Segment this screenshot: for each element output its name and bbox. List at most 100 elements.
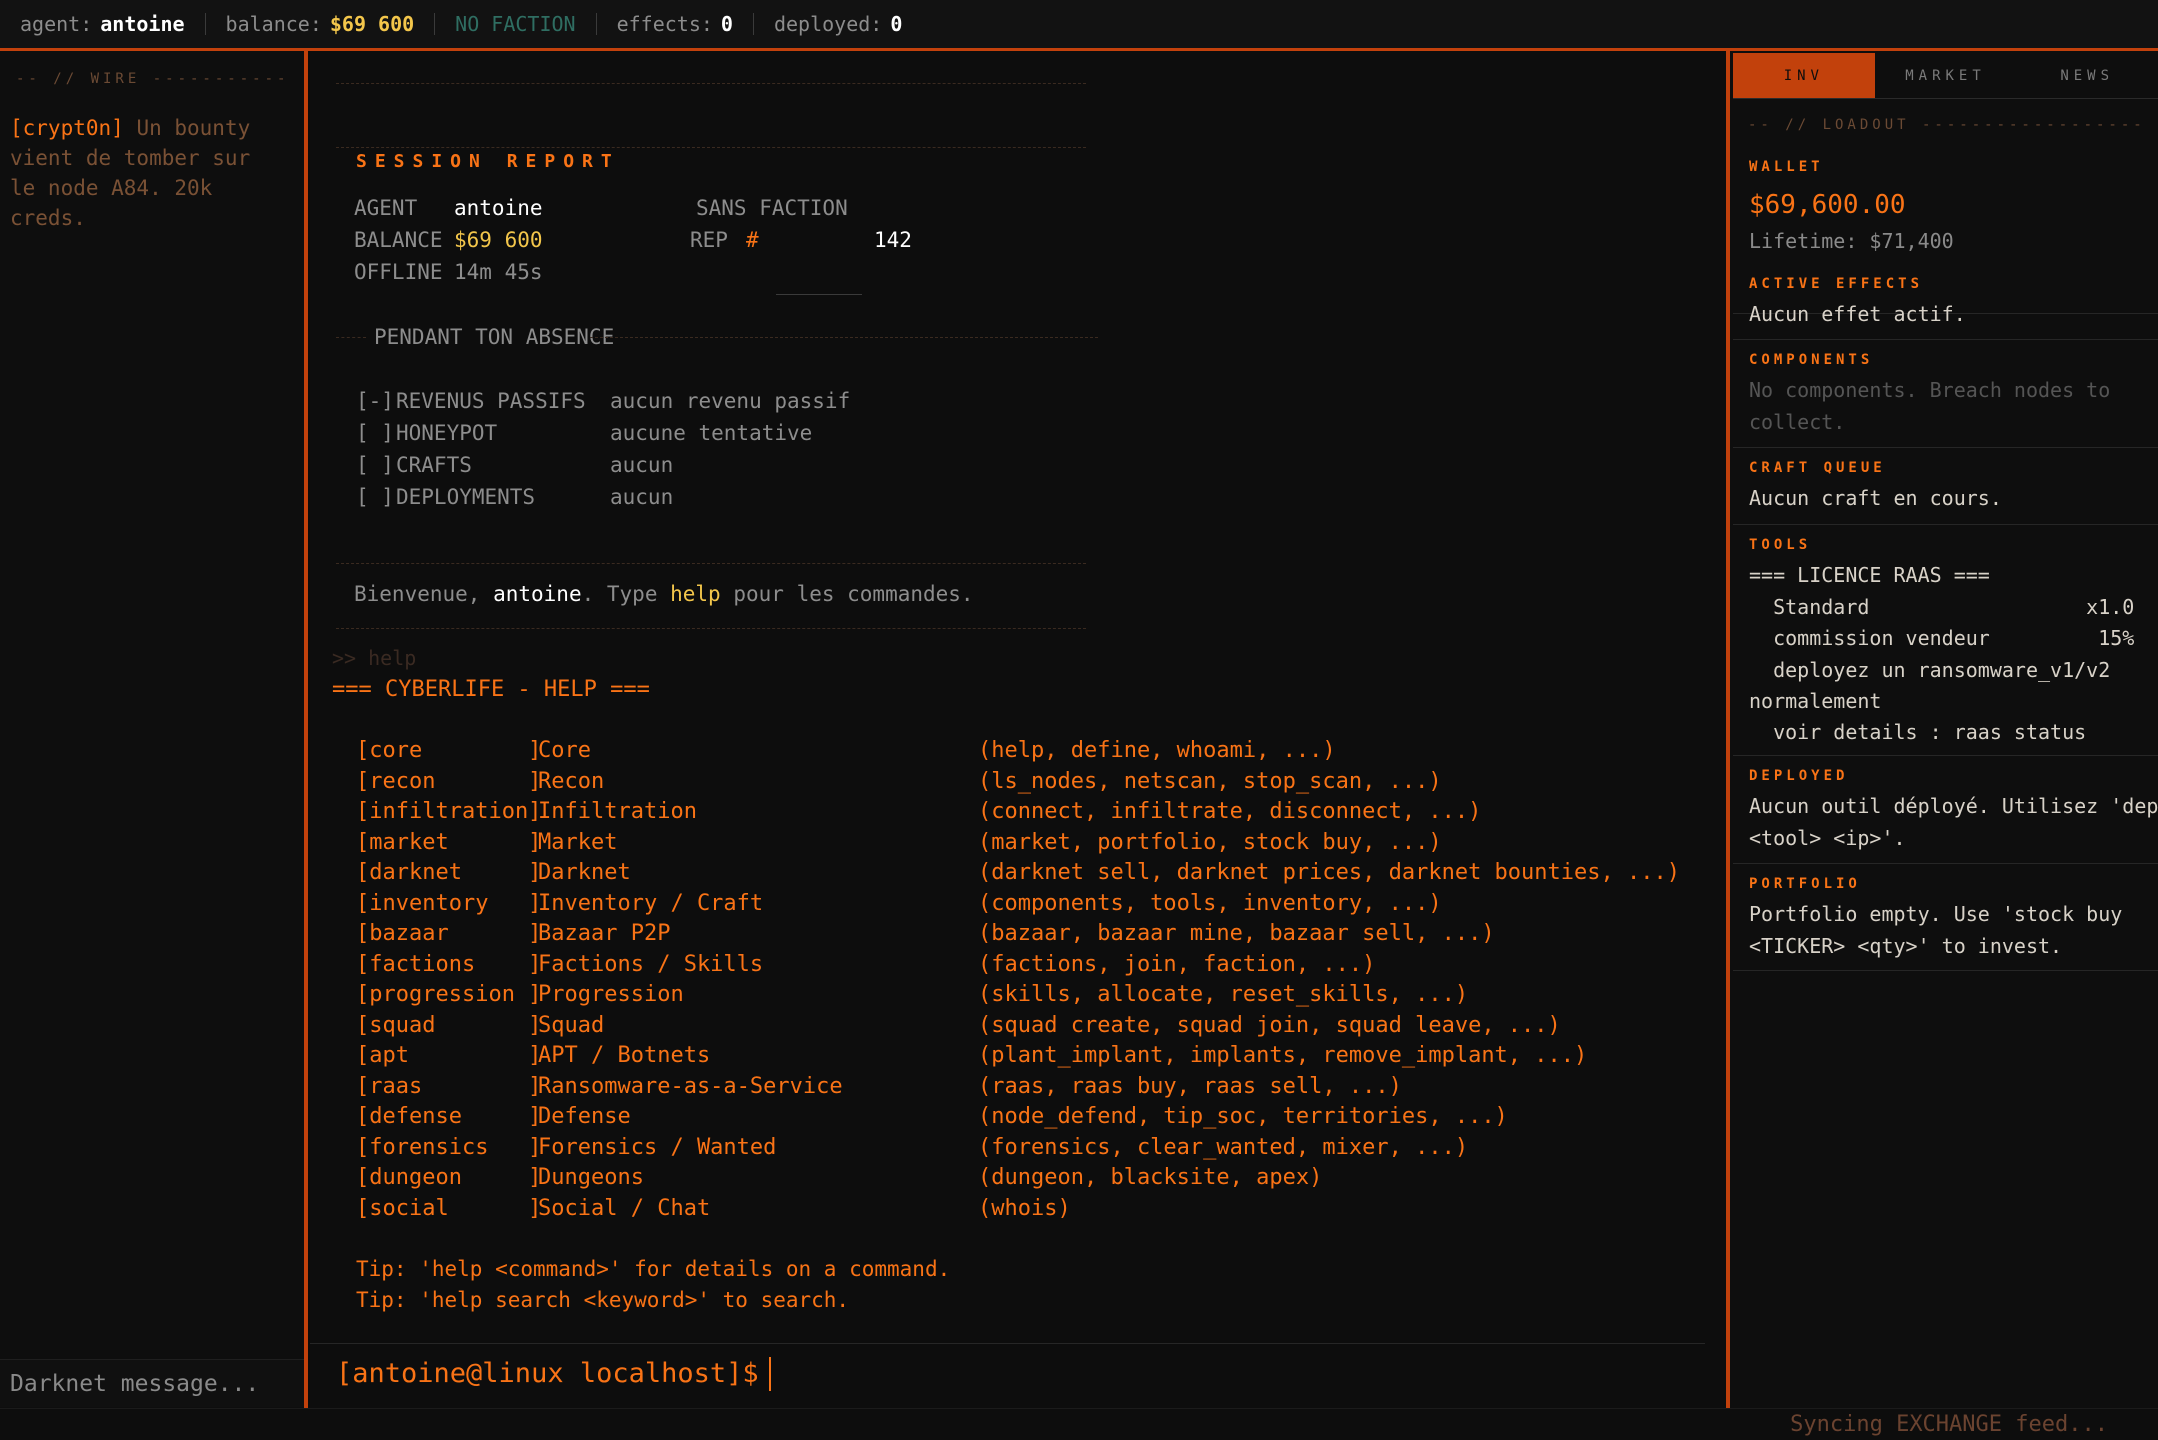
rep-marker: # — [746, 228, 759, 252]
welcome-prefix: Bienvenue, — [354, 582, 481, 606]
help-cmds: (darknet sell, darknet prices, darknet b… — [978, 860, 1680, 885]
wallet-lifetime: Lifetime: $71,400 — [1749, 229, 1954, 253]
report-offline-label: OFFLINE — [354, 260, 443, 284]
help-name: Dungeons — [538, 1165, 644, 1190]
help-cmds: (ls_nodes, netscan, stop_scan, ...) — [978, 769, 1442, 794]
deployed-stat: deployed: 0 — [754, 0, 922, 48]
balance-stat: balance: $69 600 — [206, 0, 435, 48]
terminal-panel[interactable]: SESSION REPORT AGENT antoine BALANCE $69… — [310, 51, 1730, 1408]
help-name: Darknet — [538, 860, 631, 885]
tools-line: normalement — [1749, 689, 1882, 713]
help-key: [defense ] — [356, 1104, 542, 1129]
divider — [336, 83, 1086, 84]
rep-bar — [776, 294, 862, 295]
help-name: Ransomware-as-a-Service — [538, 1074, 843, 1099]
darknet-message-input[interactable]: Darknet message... — [0, 1359, 304, 1407]
help-title: === CYBERLIFE - HELP === — [332, 677, 650, 702]
report-faction-label: SANS FACTION — [696, 196, 848, 220]
wire-header: -- // WIRE ------------- — [16, 71, 286, 87]
absence-check: [ ] — [356, 421, 394, 445]
help-key: [dungeon ] — [356, 1165, 542, 1190]
absence-label: HONEYPOT — [396, 421, 498, 445]
welcome-mid: . Type — [581, 582, 658, 606]
panel-tabs: INV MARKET NEWS — [1733, 53, 2158, 99]
help-tip: Tip: 'help <command>' for details on a c… — [356, 1257, 951, 1281]
report-balance-label: BALANCE — [354, 228, 443, 252]
deployed-title: DEPLOYED — [1749, 768, 1849, 784]
help-cmds: (help, define, whoami, ...) — [978, 738, 1336, 763]
prompt-text: [antoine@linux localhost]$ — [336, 1358, 759, 1389]
help-name: Defense — [538, 1104, 631, 1129]
agent-value: antoine — [100, 12, 185, 36]
tab-market[interactable]: MARKET — [1875, 53, 2017, 98]
welcome-suffix: pour les commandes. — [733, 582, 974, 606]
help-cmds: (whois) — [978, 1196, 1071, 1221]
help-cmds: (components, tools, inventory, ...) — [978, 891, 1442, 916]
absence-check: [-] — [356, 389, 394, 413]
help-key: [core ] — [356, 738, 542, 763]
bottom-status-bar: Syncing EXCHANGE feed... — [0, 1408, 2158, 1440]
divider — [336, 147, 1086, 148]
report-rep-label: REP — [690, 228, 728, 252]
absence-value: aucun revenu passif — [610, 389, 851, 413]
help-cmds: (squad create, squad join, squad leave, … — [978, 1013, 1561, 1038]
craft-queue-card: CRAFT QUEUE Aucun craft en cours. — [1733, 448, 2158, 525]
welcome-command: help — [670, 582, 721, 606]
deployed-card: DEPLOYED Aucun outil déployé. Utilisez '… — [1733, 756, 2158, 864]
absence-value: aucune tentative — [610, 421, 813, 445]
help-key: [bazaar ] — [356, 921, 542, 946]
wallet-value: $69,600.00 — [1749, 190, 1906, 220]
help-key: [darknet ] — [356, 860, 542, 885]
help-name: Bazaar P2P — [538, 921, 671, 946]
deployed-label: deployed: — [773, 12, 883, 36]
report-agent-label: AGENT — [354, 196, 418, 220]
help-cmds: (bazaar, bazaar mine, bazaar sell, ...) — [978, 921, 1495, 946]
command-prompt[interactable]: [antoine@linux localhost]$ — [310, 1343, 1705, 1403]
tab-news[interactable]: NEWS — [2016, 53, 2158, 98]
tools-line: Standard x1.0 — [1749, 595, 2135, 619]
divider — [336, 563, 1086, 564]
help-key: [raas ] — [356, 1074, 542, 1099]
text-cursor — [768, 1356, 771, 1391]
absence-value: aucun — [610, 453, 674, 477]
faction-stat: NO FACTION — [435, 0, 595, 48]
command-echo: >> help — [332, 646, 417, 670]
help-name: Core — [538, 738, 591, 763]
balance-value: $69 600 — [329, 12, 415, 36]
help-cmds: (node_defend, tip_soc, territories, ...) — [978, 1104, 1508, 1129]
help-name: Recon — [538, 769, 605, 794]
help-name: APT / Botnets — [538, 1043, 711, 1068]
help-key: [infiltration] — [356, 799, 542, 824]
help-key: [market ] — [356, 830, 542, 855]
craft-queue-text: Aucun craft en cours. — [1749, 486, 2002, 510]
divider — [590, 337, 1098, 338]
absence-label: REVENUS PASSIFS — [396, 389, 586, 413]
components-title: COMPONENTS — [1749, 352, 1874, 368]
effects-stat: effects: 0 — [597, 0, 753, 48]
inventory-panel: INV MARKET NEWS -- // LOADOUT ----------… — [1730, 51, 2158, 1408]
tab-inv[interactable]: INV — [1733, 53, 1875, 98]
help-cmds: (connect, infiltrate, disconnect, ...) — [978, 799, 1482, 824]
deployed-text: Aucun outil déployé. Utilisez 'deploy <t… — [1749, 794, 2158, 850]
help-tip: Tip: 'help search <keyword>' to search. — [356, 1288, 850, 1312]
absence-value: aucun — [610, 485, 674, 509]
help-cmds: (market, portfolio, stock buy, ...) — [978, 830, 1442, 855]
balance-label: balance: — [225, 12, 322, 36]
faction-value: NO FACTION — [455, 12, 576, 36]
tools-title: TOOLS — [1749, 537, 1812, 553]
report-agent-value: antoine — [454, 196, 543, 220]
deployed-value: 0 — [890, 12, 903, 36]
top-status-bar: agent: antoine balance: $69 600 NO FACTI… — [0, 0, 2158, 51]
tools-line: deployez un ransomware_v1/v2 — [1749, 658, 2111, 682]
report-rep-value: 142 — [874, 228, 912, 252]
effects-text: Aucun effet actif. — [1749, 302, 1966, 326]
wallet-title: WALLET — [1749, 159, 1824, 175]
help-name: Progression — [538, 982, 684, 1007]
portfolio-card: PORTFOLIO Portfolio empty. Use 'stock bu… — [1733, 864, 2158, 971]
wire-message-author: [crypt0n] — [10, 116, 124, 140]
help-key: [apt ] — [356, 1043, 542, 1068]
help-key: [inventory ] — [356, 891, 542, 916]
help-cmds: (skills, allocate, reset_skills, ...) — [978, 982, 1469, 1007]
help-key: [progression ] — [356, 982, 542, 1007]
absence-check: [ ] — [356, 485, 394, 509]
